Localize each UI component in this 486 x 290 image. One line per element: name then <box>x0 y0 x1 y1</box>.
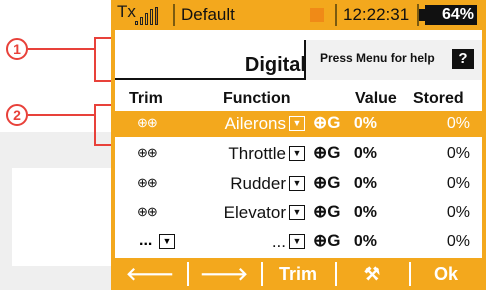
battery-icon <box>419 9 425 21</box>
callout-2: 2 <box>6 104 28 126</box>
function-name: Rudder <box>230 174 286 193</box>
rudder-trim-icon: ⊕⊕ <box>137 175 158 190</box>
status-bar: Tx Default 12:22:31 64% <box>115 0 482 30</box>
callout-2-leader <box>28 114 96 116</box>
group-icon[interactable]: ⊕G <box>313 113 340 133</box>
header-value: Value <box>355 90 397 107</box>
title-bar: Digital Press Menu for help ? <box>115 30 482 80</box>
function-dropdown[interactable]: ▼ <box>289 205 305 220</box>
header-stored: Stored <box>413 90 464 107</box>
header-function: Function <box>223 90 291 107</box>
function-name: Elevator <box>223 203 286 222</box>
function-key-bar: 🡐 🡒 Trim ⚒ Ok <box>115 258 482 290</box>
ok-button[interactable]: Ok <box>411 258 481 290</box>
function-name: ... <box>271 232 286 251</box>
stored-value: 0% <box>446 204 470 221</box>
trim-dropdown[interactable]: ▼ <box>159 234 175 249</box>
help-icon: ? <box>452 49 474 69</box>
function-name: Ailerons <box>224 114 286 133</box>
trim-value: 0% <box>353 233 377 250</box>
trim-placeholder: ... <box>139 232 153 249</box>
group-icon[interactable]: ⊕G <box>313 202 340 222</box>
forward-arrow-button[interactable]: 🡒 <box>189 258 259 290</box>
status-separator <box>173 4 175 26</box>
indicator-square-icon <box>310 8 324 22</box>
table-row-ailerons[interactable]: ⊕⊕ Ailerons ▼ ⊕G 0% 0% <box>115 111 482 137</box>
aileron-trim-icon: ⊕⊕ <box>137 115 158 130</box>
stored-value: 0% <box>446 145 470 162</box>
battery-level: 64% <box>441 6 474 23</box>
stored-value: 0% <box>446 175 470 192</box>
function-dropdown[interactable]: ▼ <box>289 234 305 249</box>
function-dropdown[interactable]: ▼ <box>289 116 305 131</box>
callout-1-leader <box>28 48 96 50</box>
group-icon[interactable]: ⊕G <box>313 173 340 193</box>
tx-label: Tx <box>117 2 136 21</box>
status-separator <box>335 4 337 26</box>
table-row-more[interactable]: ... ▼ ... ▼ ⊕G 0% 0% <box>115 229 482 255</box>
group-icon[interactable]: ⊕G <box>313 143 340 163</box>
group-icon[interactable]: ⊕G <box>313 231 340 251</box>
back-arrow-button[interactable]: 🡐 <box>115 258 185 290</box>
table-row-elevator[interactable]: ⊕⊕ Elevator ▼ ⊕G 0% 0% <box>115 200 482 226</box>
callout-1: 1 <box>6 38 28 60</box>
transmitter-screen: Tx Default 12:22:31 64% Digital Press Me… <box>111 0 486 290</box>
clock: 12:22:31 <box>343 5 410 24</box>
trim-button[interactable]: Trim <box>263 258 333 290</box>
help-text: Press Menu for help <box>320 51 435 65</box>
trim-value: 0% <box>353 115 377 132</box>
throttle-trim-icon: ⊕⊕ <box>137 145 158 160</box>
battery-indicator: 64% <box>419 5 477 25</box>
stored-value: 0% <box>446 115 470 132</box>
function-dropdown[interactable]: ▼ <box>289 176 305 191</box>
help-hint: Press Menu for help ? <box>304 40 482 80</box>
page-title: Digital <box>244 54 306 76</box>
tools-button[interactable]: ⚒ <box>337 258 407 290</box>
table-row-rudder[interactable]: ⊕⊕ Rudder ▼ ⊕G 0% 0% <box>115 171 482 197</box>
trim-value: 0% <box>353 175 377 192</box>
table-row-throttle[interactable]: ⊕⊕ Throttle ▼ ⊕G 0% 0% <box>115 141 482 167</box>
function-name: Throttle <box>228 144 286 163</box>
stored-value: 0% <box>446 233 470 250</box>
model-name[interactable]: Default <box>181 5 235 25</box>
trim-value: 0% <box>353 145 377 162</box>
background-inner-panel <box>12 168 112 266</box>
trim-value: 0% <box>353 204 377 221</box>
header-trim: Trim <box>129 90 163 107</box>
function-dropdown[interactable]: ▼ <box>289 146 305 161</box>
elevator-trim-icon: ⊕⊕ <box>137 204 158 219</box>
